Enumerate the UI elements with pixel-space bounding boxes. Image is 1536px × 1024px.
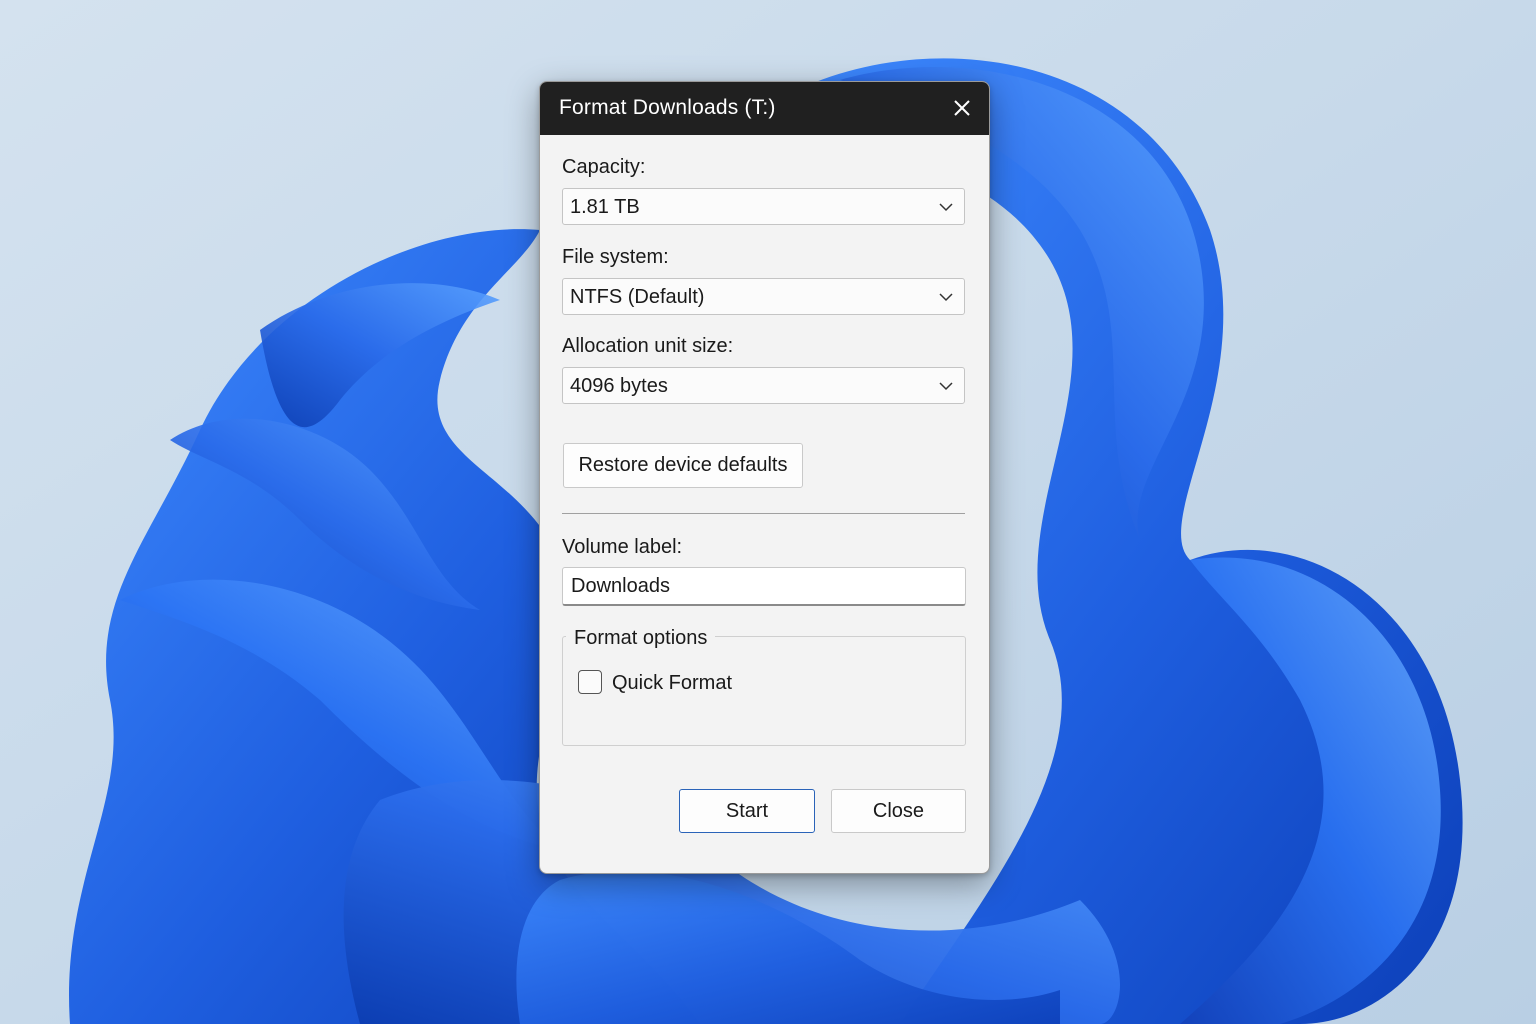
capacity-label: Capacity:	[562, 156, 646, 178]
allocation-unit-value: 4096 bytes	[570, 375, 668, 397]
volume-label-label: Volume label:	[562, 536, 683, 558]
volume-label-input[interactable]	[562, 567, 966, 606]
file-system-dropdown[interactable]: NTFS (Default)	[562, 278, 965, 315]
file-system-label: File system:	[562, 246, 669, 268]
chevron-down-icon	[939, 293, 953, 302]
quick-format-checkbox[interactable]	[578, 670, 602, 694]
file-system-value: NTFS (Default)	[570, 286, 705, 308]
quick-format-label[interactable]: Quick Format	[612, 672, 732, 695]
capacity-value: 1.81 TB	[570, 196, 640, 218]
capacity-dropdown[interactable]: 1.81 TB	[562, 188, 965, 225]
format-dialog: Format Downloads (T:) Capacity: 1.81 TB …	[539, 81, 990, 874]
close-button-label: Close	[872, 800, 925, 822]
close-button[interactable]: Close	[831, 789, 966, 833]
chevron-down-icon	[939, 382, 953, 391]
allocation-unit-dropdown[interactable]: 4096 bytes	[562, 367, 965, 404]
format-options-legend: Format options	[566, 627, 716, 650]
chevron-down-icon	[939, 203, 953, 212]
separator	[562, 513, 965, 514]
restore-device-defaults-label: Restore device defaults	[578, 454, 788, 476]
start-button[interactable]: Start	[679, 789, 815, 833]
start-button-label: Start	[725, 800, 769, 822]
allocation-unit-label: Allocation unit size:	[562, 335, 734, 357]
close-icon[interactable]	[947, 93, 977, 123]
dialog-titlebar: Format Downloads (T:)	[540, 82, 989, 135]
restore-device-defaults-button[interactable]: Restore device defaults	[563, 443, 803, 488]
dialog-title: Format Downloads (T:)	[559, 96, 776, 119]
